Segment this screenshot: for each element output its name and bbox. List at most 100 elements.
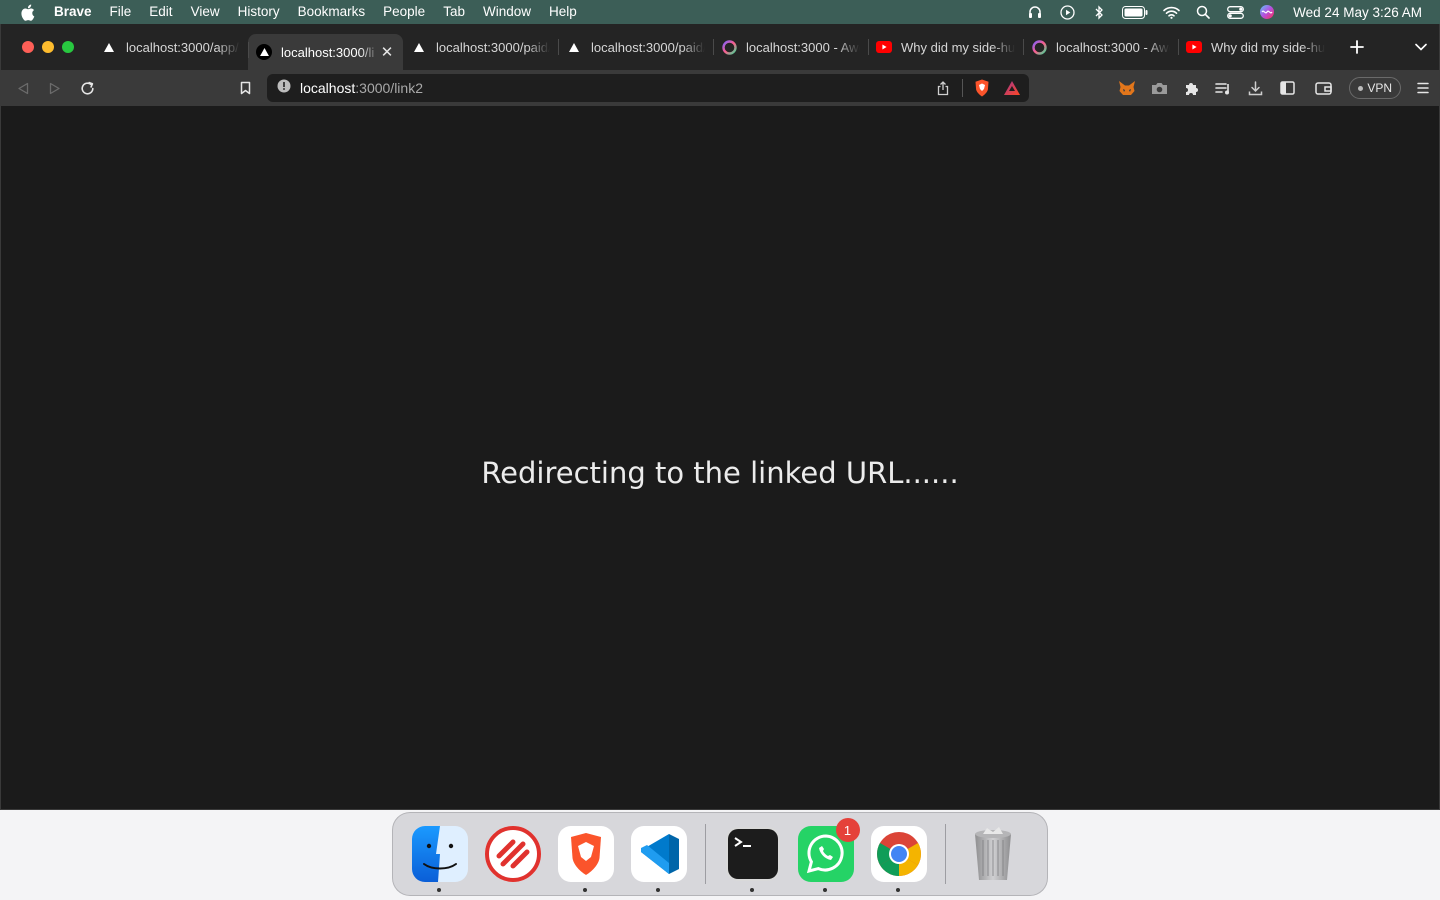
- brave-rewards-icon[interactable]: [995, 80, 1029, 96]
- running-indicator: [822, 888, 827, 892]
- tab-title: Why did my side-hus: [901, 39, 1015, 55]
- battery-icon[interactable]: [1115, 0, 1155, 24]
- ring-icon: [721, 39, 737, 55]
- divider: [962, 79, 963, 97]
- dock-app-chrome[interactable]: [869, 824, 929, 892]
- notification-badge: 1: [835, 818, 860, 842]
- siri-icon[interactable]: [1251, 0, 1283, 24]
- extensions-puzzle-icon[interactable]: [1175, 74, 1207, 102]
- tab[interactable]: localhost:3000 - Awe: [713, 31, 868, 63]
- running-indicator: [582, 888, 587, 892]
- share-icon[interactable]: [930, 80, 956, 96]
- tab-title: localhost:3000/app/n: [126, 39, 240, 55]
- forward-icon[interactable]: [39, 74, 71, 102]
- dock-app-finder[interactable]: [410, 824, 470, 892]
- menu-history[interactable]: History: [229, 0, 289, 24]
- vpn-button[interactable]: VPN: [1349, 77, 1401, 99]
- running-indicator: [895, 888, 900, 892]
- close-tab-icon[interactable]: ✕: [379, 44, 395, 61]
- browser-toolbar: localhost:3000/link2 VPN: [1, 70, 1439, 106]
- tab-title: localhost:3000/li: [281, 44, 375, 60]
- youtube-icon: [876, 39, 892, 55]
- tab-active[interactable]: localhost:3000/li ✕: [248, 34, 403, 70]
- tab[interactable]: localhost:3000/app/n: [93, 31, 248, 63]
- toolbar-right-actions: VPN: [1111, 74, 1439, 102]
- tab[interactable]: localhost:3000 - Awe: [1023, 31, 1178, 63]
- tab-title: localhost:3000/paid/: [436, 39, 550, 55]
- back-icon[interactable]: [7, 74, 39, 102]
- dock-app-pockity[interactable]: [483, 824, 543, 884]
- tab-title: localhost:3000 - Awe: [1056, 39, 1170, 55]
- metamask-fox-icon[interactable]: [1111, 74, 1143, 102]
- dock-app-whatsapp[interactable]: 1: [796, 818, 860, 892]
- tabs: localhost:3000/app/n localhost:3000/li ✕…: [93, 24, 1377, 70]
- spotlight-search-icon[interactable]: [1187, 0, 1219, 24]
- new-tab-button[interactable]: [1337, 31, 1377, 63]
- vpn-label: VPN: [1367, 81, 1392, 95]
- tab[interactable]: localhost:3000/paid/: [558, 31, 713, 63]
- play-circle-icon[interactable]: [1051, 0, 1083, 24]
- tab[interactable]: localhost:3000/paid/: [403, 31, 558, 63]
- vpn-status-dot: [1358, 85, 1364, 91]
- headphones-icon[interactable]: [1019, 0, 1051, 24]
- dock-divider: [705, 824, 706, 884]
- menu-tab[interactable]: Tab: [434, 0, 474, 24]
- triangle-icon: [566, 39, 582, 55]
- url-host: localhost: [300, 80, 356, 96]
- reload-icon[interactable]: [71, 74, 103, 102]
- bookmark-icon[interactable]: [229, 74, 261, 102]
- brave-shields-icon[interactable]: [969, 79, 995, 97]
- url-text[interactable]: localhost:3000/link2: [300, 80, 423, 96]
- window-controls: [1, 41, 93, 53]
- camera-icon[interactable]: [1143, 74, 1175, 102]
- dock-app-trash[interactable]: [963, 824, 1023, 884]
- menu-hamburger-icon[interactable]: [1407, 74, 1439, 102]
- close-window-button[interactable]: [22, 41, 34, 53]
- menu-file[interactable]: File: [101, 0, 141, 24]
- tab-title: Why did my side-hus: [1211, 39, 1325, 55]
- triangle-icon: [101, 39, 117, 55]
- address-bar[interactable]: localhost:3000/link2: [267, 74, 1029, 102]
- redirect-message: Redirecting to the linked URL......: [481, 456, 959, 490]
- minimize-window-button[interactable]: [42, 41, 54, 53]
- menubar-clock[interactable]: Wed 24 May 3:26 AM: [1293, 5, 1422, 20]
- menu-bar: Brave File Edit View History Bookmarks P…: [0, 0, 1440, 24]
- menu-bookmarks[interactable]: Bookmarks: [289, 0, 375, 24]
- apple-menu-icon[interactable]: [0, 4, 54, 21]
- dock: 1: [392, 812, 1048, 896]
- tab[interactable]: Why did my side-hus: [868, 31, 1023, 63]
- zoom-window-button[interactable]: [62, 41, 74, 53]
- playlist-icon[interactable]: [1207, 74, 1239, 102]
- tab-title: localhost:3000 - Awe: [746, 39, 860, 55]
- triangle-icon: [411, 39, 427, 55]
- menu-view[interactable]: View: [182, 0, 229, 24]
- chevron-down-icon[interactable]: [1413, 39, 1429, 55]
- dock-app-brave[interactable]: [556, 824, 616, 892]
- url-path: :3000/link2: [355, 80, 423, 96]
- sidebar-toggle-icon[interactable]: [1271, 74, 1303, 102]
- wifi-icon[interactable]: [1155, 0, 1187, 24]
- tab[interactable]: Why did my side-hus: [1178, 31, 1333, 63]
- menu-help[interactable]: Help: [540, 0, 586, 24]
- download-icon[interactable]: [1239, 74, 1271, 102]
- menu-window[interactable]: Window: [474, 0, 540, 24]
- control-center-icon[interactable]: [1219, 0, 1251, 24]
- bluetooth-icon[interactable]: [1083, 0, 1115, 24]
- dock-app-vscode[interactable]: [629, 824, 689, 892]
- page-content: Redirecting to the linked URL......: [1, 106, 1439, 809]
- tab-title: localhost:3000/paid/: [591, 39, 705, 55]
- menu-people[interactable]: People: [374, 0, 434, 24]
- ring-icon: [1031, 39, 1047, 55]
- browser-window: localhost:3000/app/n localhost:3000/li ✕…: [0, 24, 1440, 810]
- dock-app-terminal[interactable]: [723, 824, 783, 892]
- site-info-icon[interactable]: [277, 79, 291, 98]
- wallet-icon[interactable]: [1303, 74, 1343, 102]
- menu-edit[interactable]: Edit: [140, 0, 181, 24]
- running-indicator: [749, 888, 754, 892]
- dock-divider: [945, 824, 946, 884]
- youtube-icon: [1186, 39, 1202, 55]
- running-indicator: [436, 888, 441, 892]
- menu-app-name[interactable]: Brave: [54, 0, 101, 24]
- running-indicator: [655, 888, 660, 892]
- triangle-icon: [256, 44, 272, 60]
